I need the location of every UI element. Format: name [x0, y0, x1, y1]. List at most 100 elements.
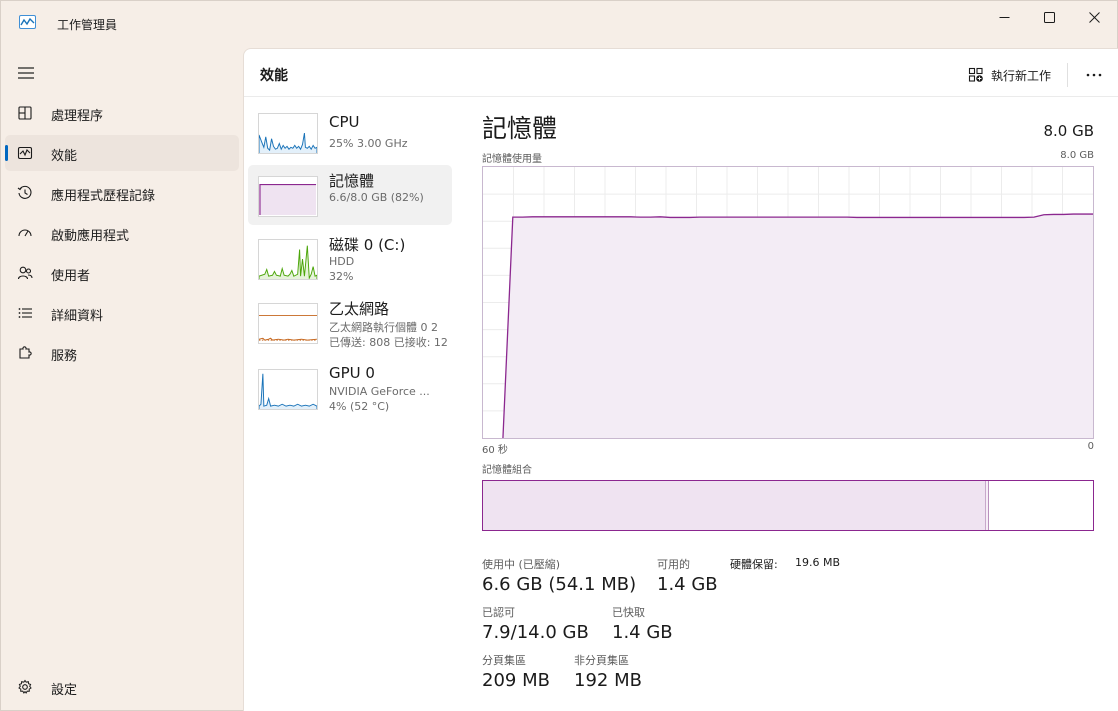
window-title: 工作管理員 [57, 18, 118, 32]
sidebar-item-settings[interactable]: 設定 [5, 669, 239, 705]
sidebar-nav: 處理程序 效能 應用程式歷程記錄 啟動應用程式 使用者 詳細資料 服務 [5, 95, 239, 375]
stat-label: 分頁集區 [482, 654, 526, 667]
memory-usage-chart [482, 166, 1094, 439]
resource-title: GPU 0 [329, 364, 375, 382]
time-axis-end-label: 0 [1087, 441, 1094, 452]
maximize-icon [1043, 11, 1055, 23]
stat-label: 可用的 [657, 558, 690, 571]
stat-value: 1.4 GB [612, 622, 673, 643]
stat-value: 6.6 GB (54.1 MB) [482, 574, 637, 595]
services-puzzle-icon [19, 346, 32, 359]
run-new-task-label: 執行新工作 [991, 68, 1052, 83]
resource-subtitle: 32% [329, 270, 354, 283]
resource-card-cpu[interactable]: CPU 25% 3.00 GHz [248, 111, 452, 171]
hw-reserved-label: 硬體保留: [730, 558, 778, 571]
sidebar-item-label: 使用者 [51, 269, 91, 284]
cpu-thumbnail-graph [258, 113, 318, 154]
stat-committed: 已認可 7.9/14.0 GB [482, 604, 589, 643]
detail-total-memory: 8.0 GB [1043, 122, 1094, 140]
usage-chart-max-label: 8.0 GB [1060, 150, 1094, 161]
sidebar-item-label: 詳細資料 [51, 309, 104, 324]
resource-card-disk[interactable]: 磁碟 0 (C:) HDD 32% [248, 229, 452, 289]
stat-in-use: 使用中 (已壓縮) 6.6 GB (54.1 MB) [482, 556, 636, 595]
memory-thumbnail-graph [258, 176, 318, 217]
more-options-button[interactable] [1080, 63, 1108, 87]
disk-thumbnail-graph [258, 239, 318, 280]
more-horizontal-icon [1086, 73, 1102, 77]
stat-nonpaged-pool: 非分頁集區 192 MB [574, 652, 642, 691]
task-manager-window: 工作管理員 處理程序 效能 應用程式歷程記錄 啟動應用程式 使用者 詳細資料 服… [0, 0, 1118, 711]
stat-value: 209 MB [482, 670, 550, 691]
usage-chart-label: 記憶體使用量 [482, 154, 542, 165]
close-button[interactable] [1071, 1, 1117, 33]
details-list-icon [18, 308, 32, 318]
sidebar-item-label: 處理程序 [51, 109, 104, 124]
title-bar: 工作管理員 [1, 1, 1117, 41]
run-new-task-button[interactable]: 執行新工作 [968, 65, 1051, 85]
sidebar-item-performance[interactable]: 效能 [5, 135, 239, 171]
new-task-icon [968, 67, 983, 82]
ethernet-thumbnail-graph [258, 303, 318, 344]
sidebar-item-label: 效能 [51, 149, 78, 164]
stat-label: 已快取 [612, 606, 645, 619]
gear-icon [18, 679, 32, 694]
performance-chart-icon [17, 146, 33, 160]
resource-subtitle: 4% (52 °C) [329, 400, 390, 413]
hw-reserved-value: 19.6 MB [795, 556, 841, 569]
stat-available: 可用的 1.4 GB [657, 556, 718, 595]
resource-subtitle: HDD [329, 255, 355, 268]
stat-value: 1.4 GB [657, 574, 718, 595]
page-title: 效能 [260, 68, 288, 84]
sidebar-item-services[interactable]: 服務 [5, 335, 239, 371]
settings-label: 設定 [51, 683, 78, 698]
resource-subtitle: 已傳送: 808 已接收: 12 [329, 336, 448, 349]
sidebar-item-startup-apps[interactable]: 啟動應用程式 [5, 215, 239, 251]
hamburger-menu-icon[interactable] [17, 67, 35, 79]
resource-title: 記憶體 [329, 172, 375, 190]
usage-area-fill [502, 214, 1093, 438]
resource-card-gpu[interactable]: GPU 0 NVIDIA GeForce ... 4% (52 °C) [248, 359, 452, 419]
resource-title: CPU [329, 113, 360, 131]
sidebar-item-details[interactable]: 詳細資料 [5, 295, 239, 331]
time-axis-start-label: 60 秒 [482, 445, 508, 456]
stat-cached: 已快取 1.4 GB [612, 604, 673, 643]
close-icon [1088, 11, 1100, 23]
stat-label: 已認可 [482, 606, 515, 619]
resource-card-memory[interactable]: 記憶體 6.6/8.0 GB (82%) [248, 165, 452, 225]
users-icon [17, 266, 33, 280]
resource-title: 乙太網路 [329, 300, 390, 318]
stat-value: 7.9/14.0 GB [482, 622, 589, 643]
stat-paged-pool: 分頁集區 209 MB [482, 652, 550, 691]
gpu-thumbnail-graph [258, 369, 318, 410]
sidebar-item-users[interactable]: 使用者 [5, 255, 239, 291]
resource-subtitle: NVIDIA GeForce ... [329, 385, 430, 398]
processes-grid-icon [18, 106, 32, 120]
composition-in-use-segment [483, 481, 987, 530]
stat-value: 192 MB [574, 670, 642, 691]
resource-card-ethernet[interactable]: 乙太網路 乙太網路執行個體 0 2 已傳送: 808 已接收: 12 [248, 293, 452, 353]
task-manager-app-icon [19, 15, 36, 29]
header-divider [1067, 63, 1068, 87]
resource-subtitle: 乙太網路執行個體 0 2 [329, 321, 438, 334]
resource-title: 磁碟 0 (C:) [329, 236, 406, 254]
resource-subtitle: 6.6/8.0 GB (82%) [329, 191, 424, 204]
resource-subtitle: 25% 3.00 GHz [329, 137, 408, 150]
startup-speedometer-icon [18, 229, 32, 237]
stat-label: 使用中 (已壓縮) [482, 558, 561, 571]
detail-title: 記憶體 [482, 114, 558, 143]
composition-modified-segment [986, 481, 989, 530]
composition-label: 記憶體組合 [482, 465, 532, 476]
main-panel: 效能 執行新工作 CPU 25% 3.00 GHz 記憶體 6.6/8.0 GB… [243, 48, 1118, 711]
sidebar-item-label: 應用程式歷程記錄 [51, 189, 156, 204]
sidebar-item-app-history[interactable]: 應用程式歷程記錄 [5, 175, 239, 211]
stat-label: 非分頁集區 [574, 654, 629, 667]
sidebar-item-label: 啟動應用程式 [51, 229, 130, 244]
minimize-icon [999, 16, 1009, 18]
maximize-button[interactable] [1026, 1, 1072, 33]
sidebar-item-label: 服務 [51, 349, 78, 364]
sidebar-item-processes[interactable]: 處理程序 [5, 95, 239, 131]
memory-composition-bar [482, 480, 1094, 531]
main-header: 效能 執行新工作 [244, 49, 1118, 97]
minimize-button[interactable] [981, 1, 1027, 33]
history-clock-icon [17, 185, 32, 199]
